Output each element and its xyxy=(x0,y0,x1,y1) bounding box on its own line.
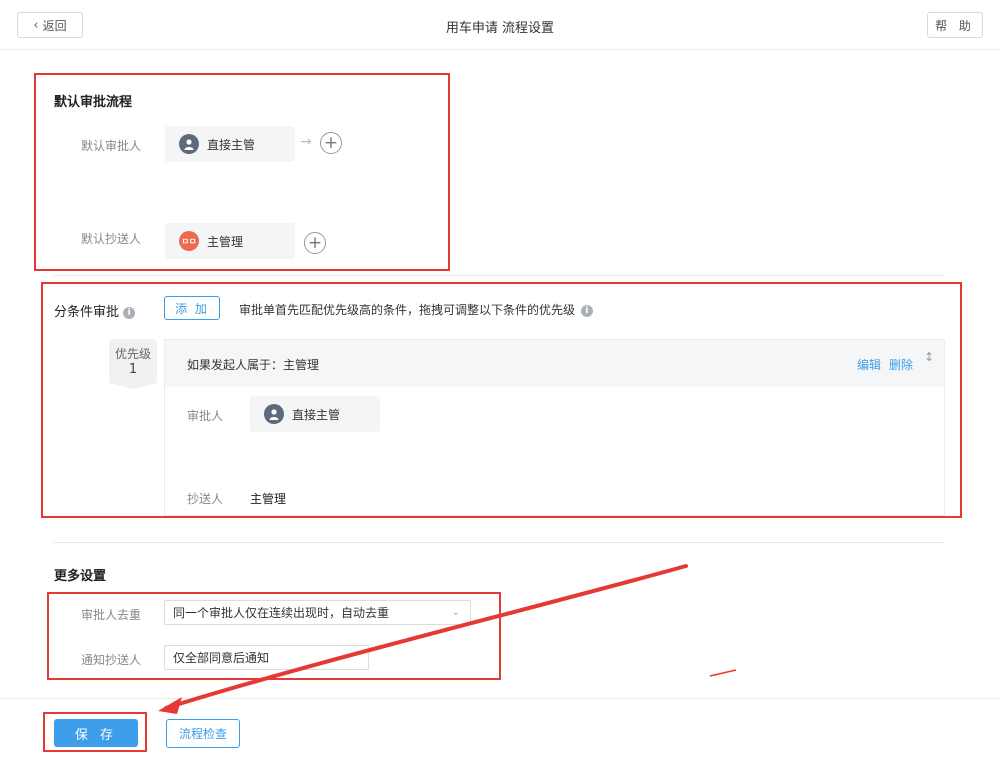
annotation-arrow xyxy=(158,564,737,714)
